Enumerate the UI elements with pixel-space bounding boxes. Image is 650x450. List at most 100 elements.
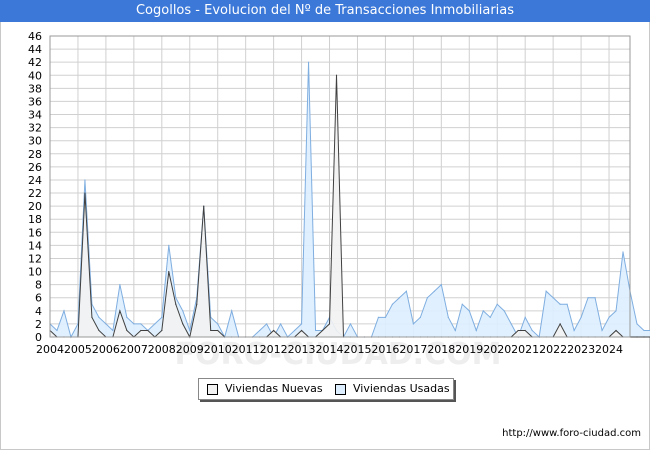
x-tick-label: 2019 xyxy=(455,343,483,356)
usadas-point xyxy=(182,310,184,312)
y-tick-label: 32 xyxy=(28,122,42,135)
nuevas-point xyxy=(643,336,645,338)
usadas-point xyxy=(168,244,170,246)
usadas-point xyxy=(524,316,526,318)
y-tick-label: 14 xyxy=(28,239,42,252)
usadas-point xyxy=(105,323,107,325)
usadas-point xyxy=(503,310,505,312)
usadas-point xyxy=(377,316,380,318)
x-tick-label: 2008 xyxy=(148,343,176,356)
usadas-point xyxy=(433,290,435,292)
nuevas-point xyxy=(217,329,219,332)
nuevas-point xyxy=(161,329,163,332)
legend-label-nuevas: Viviendas Nuevas xyxy=(225,382,323,395)
usadas-point xyxy=(112,329,114,332)
nuevas-point xyxy=(175,303,177,305)
usadas-point xyxy=(440,284,442,286)
nuevas-point xyxy=(273,329,275,332)
x-tick-label: 2024 xyxy=(595,343,623,356)
usadas-point xyxy=(447,316,449,318)
nuevas-point xyxy=(636,336,638,338)
usadas-point xyxy=(496,303,498,305)
usadas-series xyxy=(49,61,650,339)
usadas-point xyxy=(280,323,282,325)
y-tick-label: 38 xyxy=(28,82,42,95)
usadas-point xyxy=(98,316,100,318)
y-tick-label: 2 xyxy=(35,318,42,331)
usadas-point xyxy=(552,297,554,299)
usadas-point xyxy=(349,323,352,325)
y-tick-label: 36 xyxy=(28,95,42,108)
x-tick-label: 2009 xyxy=(176,343,204,356)
usadas-point xyxy=(63,310,65,312)
usadas-point xyxy=(426,297,428,299)
usadas-point xyxy=(489,316,491,318)
usadas-point xyxy=(119,284,121,286)
usadas-point xyxy=(307,61,310,63)
usadas-point xyxy=(636,323,638,325)
y-tick-label: 34 xyxy=(28,109,42,122)
nuevas-point xyxy=(335,74,338,76)
usadas-point xyxy=(468,310,470,312)
usadas-point xyxy=(594,297,596,299)
y-tick-label: 44 xyxy=(28,43,42,56)
usadas-point xyxy=(300,323,303,325)
y-tick-label: 10 xyxy=(28,266,42,279)
usadas-point xyxy=(454,329,456,332)
usadas-point xyxy=(545,290,547,292)
nuevas-point xyxy=(559,323,561,325)
y-tick-label: 40 xyxy=(28,69,42,82)
x-tick-label: 2021 xyxy=(511,343,539,356)
usadas-point xyxy=(622,251,624,253)
x-tick-label: 2023 xyxy=(567,343,595,356)
legend: Viviendas Nuevas Viviendas Usadas xyxy=(198,378,454,400)
usadas-point xyxy=(56,329,58,332)
usadas-point xyxy=(293,329,296,332)
y-tick-label: 30 xyxy=(28,135,42,148)
nuevas-point xyxy=(517,329,519,332)
source-url: http://www.foro-ciudad.com xyxy=(502,428,641,439)
usadas-point xyxy=(608,316,610,318)
usadas-point xyxy=(189,329,191,332)
x-tick-label: 2012 xyxy=(260,343,288,356)
usadas-point xyxy=(615,310,617,312)
nuevas-point xyxy=(210,329,212,332)
x-tick-label: 2020 xyxy=(483,343,511,356)
usadas-point xyxy=(314,329,317,332)
nuevas-point xyxy=(119,310,121,312)
x-tick-label: 2011 xyxy=(232,343,260,356)
usadas-point xyxy=(531,329,533,332)
x-tick-label: 2005 xyxy=(64,343,92,356)
usadas-point xyxy=(566,303,568,305)
nuevas-point xyxy=(182,323,184,325)
usadas-point xyxy=(126,316,128,318)
usadas-point xyxy=(573,329,575,332)
nuevas-point xyxy=(91,316,93,318)
x-tick-label: 2010 xyxy=(204,343,232,356)
y-tick-label: 46 xyxy=(28,30,42,43)
usadas-point xyxy=(412,323,414,325)
series-areas xyxy=(49,61,650,339)
nuevas-point xyxy=(168,270,170,273)
usadas-point xyxy=(133,323,135,325)
x-tick-label: 2006 xyxy=(92,343,120,356)
x-tick-label: 2013 xyxy=(288,343,316,356)
y-tick-label: 18 xyxy=(28,213,42,226)
usadas-point xyxy=(559,303,561,305)
usadas-line xyxy=(49,62,650,339)
usadas-point xyxy=(601,329,603,332)
usadas-point xyxy=(510,323,512,325)
x-tick-label: 2017 xyxy=(399,343,427,356)
y-tick-label: 16 xyxy=(28,226,42,239)
usadas-point xyxy=(405,290,407,292)
y-tick-label: 12 xyxy=(28,252,42,265)
nuevas-point xyxy=(203,205,205,207)
usadas-point xyxy=(587,297,589,299)
nuevas-point xyxy=(321,329,324,332)
x-tick-label: 2015 xyxy=(343,343,371,356)
usadas-point xyxy=(161,316,163,318)
nuevas-point xyxy=(126,329,128,332)
x-tick-label: 2014 xyxy=(316,343,344,356)
y-tick-label: 22 xyxy=(28,187,42,200)
usadas-point xyxy=(461,303,463,305)
